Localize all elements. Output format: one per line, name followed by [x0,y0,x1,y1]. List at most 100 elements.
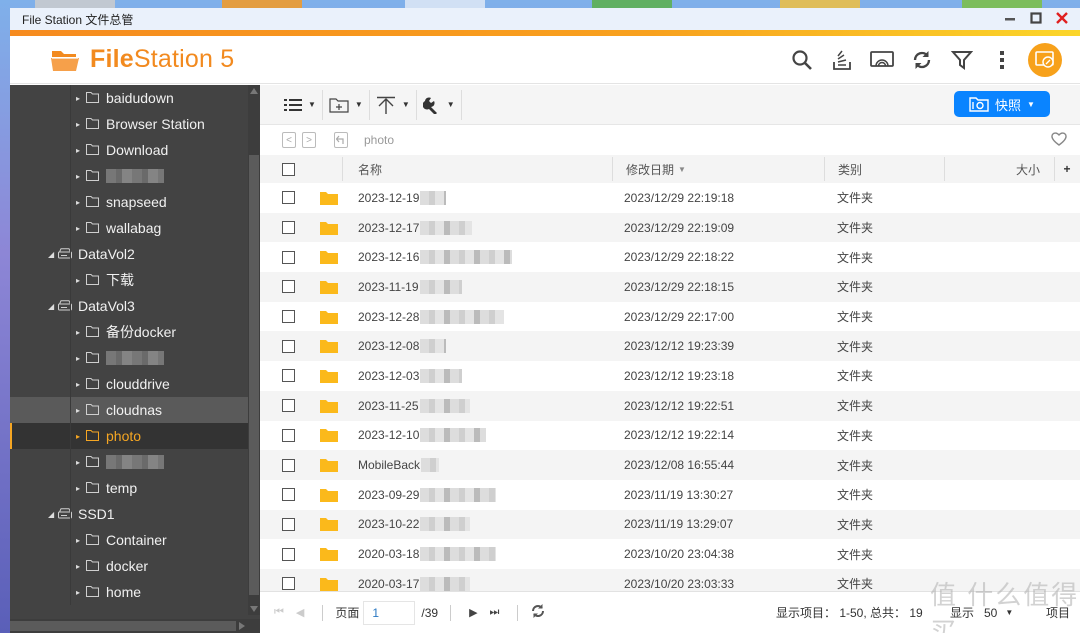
close-button[interactable] [1054,10,1070,26]
checkbox[interactable] [282,162,295,176]
file-name[interactable]: 2023-12-10 [358,421,487,451]
sidebar-item[interactable]: ▸ docker [10,553,248,579]
checkbox[interactable] [282,310,295,324]
collapsed-arrow-icon[interactable]: ▸ [76,354,84,363]
sidebar-item[interactable]: ◢ SSD1 [10,501,248,527]
column-header-type[interactable]: 类别 [824,155,944,183]
row-checkbox[interactable] [282,213,295,243]
sidebar-item[interactable]: ▸ photo [10,423,248,449]
table-row[interactable]: 2023-12-19 2023/12/29 22:19:18 文件夹 [260,183,1080,213]
forward-button[interactable]: > [302,132,316,148]
sidebar-item[interactable]: ▸ Browser Station [10,111,248,137]
row-checkbox[interactable] [282,480,295,510]
row-checkbox[interactable] [282,510,295,540]
page-number-input[interactable]: 1 [363,600,416,625]
row-checkbox[interactable] [282,242,295,272]
expanded-arrow-icon[interactable]: ◢ [48,510,56,519]
scroll-down-icon[interactable] [249,605,259,613]
sidebar-item[interactable]: ▸ cloudnas [10,397,248,423]
checkbox[interactable] [282,339,295,353]
scroll-right-icon[interactable] [238,621,246,631]
sidebar-item[interactable]: ▸ [10,345,248,371]
collapsed-arrow-icon[interactable]: ▸ [76,198,84,207]
file-name[interactable]: 2023-12-17 [358,213,473,243]
collapsed-arrow-icon[interactable]: ▸ [76,562,84,571]
row-checkbox[interactable] [282,183,295,213]
sidebar-item[interactable]: ▸ temp [10,475,248,501]
expanded-arrow-icon[interactable]: ◢ [48,302,56,311]
collapsed-arrow-icon[interactable]: ▸ [76,120,84,129]
collapsed-arrow-icon[interactable]: ▸ [76,484,84,493]
search-button[interactable] [782,42,822,78]
table-row[interactable]: 2020-03-18 2023/10/20 23:04:38 文件夹 [260,539,1080,569]
file-name[interactable]: 2023-10-22 [358,510,471,540]
row-checkbox[interactable] [282,361,295,391]
collapsed-arrow-icon[interactable]: ▸ [76,172,84,181]
prev-page-button[interactable]: ◀ [296,606,304,619]
sidebar-item[interactable]: ▸ [10,449,248,475]
parent-folder-button[interactable] [334,132,348,148]
remote-mount-button[interactable] [1028,43,1062,77]
media-stream-button[interactable] [862,42,902,78]
expanded-arrow-icon[interactable]: ◢ [48,250,56,259]
view-mode-button[interactable]: ▼ [278,89,323,120]
footer-refresh-button[interactable] [530,603,546,622]
collapsed-arrow-icon[interactable]: ▸ [76,588,84,597]
refresh-button[interactable] [902,42,942,78]
collapsed-arrow-icon[interactable]: ▸ [76,146,84,155]
collapsed-arrow-icon[interactable]: ▸ [76,536,84,545]
scrollbar-thumb[interactable] [249,155,259,595]
checkbox[interactable] [282,399,295,413]
filter-button[interactable] [942,42,982,78]
row-checkbox[interactable] [282,391,295,421]
file-name[interactable]: 2023-12-19 [358,183,447,213]
checkbox[interactable] [282,280,295,294]
row-checkbox[interactable] [282,331,295,361]
file-name[interactable]: 2023-12-28 [358,302,505,332]
column-header-name[interactable]: 名称 [342,155,612,183]
checkbox[interactable] [282,517,295,531]
file-name[interactable]: MobileBack [358,450,440,480]
last-page-button[interactable]: ⏭ [490,606,500,619]
row-checkbox[interactable] [282,302,295,332]
table-row[interactable]: 2023-11-19 2023/12/29 22:18:15 文件夹 [260,272,1080,302]
table-row[interactable]: 2023-11-25 2023/12/12 19:22:51 文件夹 [260,390,1080,421]
row-checkbox[interactable] [282,272,295,302]
row-checkbox[interactable] [282,421,295,451]
row-checkbox[interactable] [282,539,295,569]
favorite-button[interactable] [1050,131,1068,152]
sidebar-item[interactable]: ▸ [10,163,248,189]
sidebar-horizontal-scrollbar[interactable] [10,619,260,633]
window-titlebar[interactable]: File Station 文件总管 [10,8,1080,30]
checkbox[interactable] [282,369,295,383]
sidebar-item[interactable]: ◢ DataVol3 [10,293,248,319]
checkbox[interactable] [282,488,295,502]
collapsed-arrow-icon[interactable]: ▸ [76,328,84,337]
checkbox[interactable] [282,547,295,561]
file-name[interactable]: 2020-03-18 [358,539,497,569]
table-row[interactable]: MobileBack 2023/12/08 16:55:44 文件夹 [260,450,1080,480]
scrollbar-thumb[interactable] [10,621,236,631]
back-button[interactable]: < [282,132,296,148]
checkbox[interactable] [282,458,295,472]
sidebar-item[interactable]: ▸ 下载 [10,267,248,293]
table-row[interactable]: 2023-10-22 2023/11/19 13:29:07 文件夹 [260,509,1080,540]
file-name[interactable]: 2023-12-08 [358,331,447,361]
sidebar-item[interactable]: ▸ baidudown [10,85,248,111]
select-all-checkbox[interactable] [282,155,295,183]
sidebar-item[interactable]: ▸ wallabag [10,215,248,241]
more-button[interactable] [982,42,1022,78]
table-row[interactable]: 2023-12-10 2023/12/12 19:22:14 文件夹 [260,421,1080,451]
next-page-button[interactable]: ▶ [469,606,477,619]
scroll-up-icon[interactable] [249,87,259,95]
create-folder-button[interactable]: ▼ [323,89,370,120]
collapsed-arrow-icon[interactable]: ▸ [76,406,84,415]
checkbox[interactable] [282,221,295,235]
table-row[interactable]: 2023-12-16 2023/12/29 22:18:22 文件夹 [260,242,1080,272]
collapsed-arrow-icon[interactable]: ▸ [76,380,84,389]
sharing-button[interactable] [822,42,862,78]
checkbox[interactable] [282,250,295,264]
column-header-size[interactable]: 大小 [944,155,1054,183]
checkbox[interactable] [282,428,295,442]
collapsed-arrow-icon[interactable]: ▸ [76,224,84,233]
